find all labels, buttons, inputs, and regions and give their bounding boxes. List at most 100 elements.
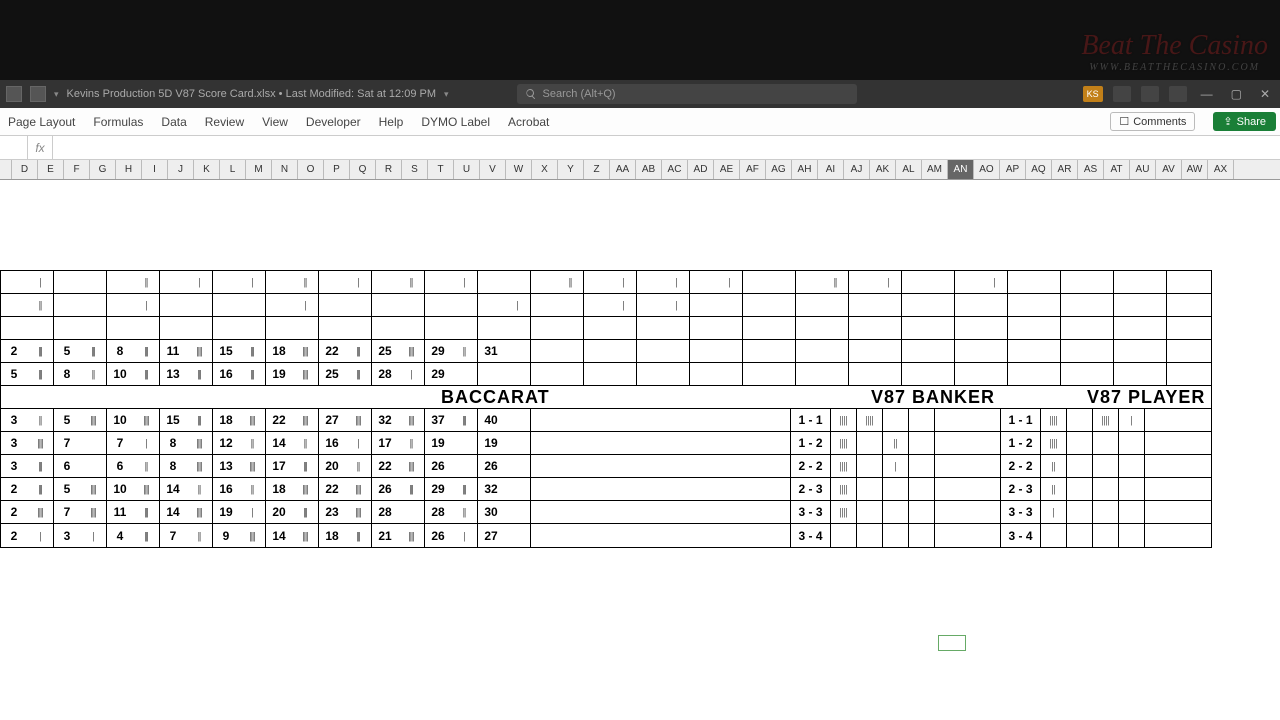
- qat-dropdown-icon[interactable]: ▾: [54, 89, 59, 100]
- col-header-AB[interactable]: AB: [636, 160, 662, 179]
- score-num: [637, 340, 663, 362]
- col-header-AE[interactable]: AE: [714, 160, 740, 179]
- comments-button[interactable]: ☐ Comments: [1110, 112, 1195, 131]
- active-cell[interactable]: [938, 635, 966, 651]
- ribbon-tab[interactable]: Help: [379, 115, 404, 129]
- col-header-AO[interactable]: AO: [974, 160, 1000, 179]
- title-player: V87 PLAYER: [1087, 387, 1205, 408]
- name-box[interactable]: [0, 136, 28, 159]
- col-header-J[interactable]: J: [168, 160, 194, 179]
- col-header-N[interactable]: N: [272, 160, 298, 179]
- tool-icon[interactable]: [1169, 86, 1187, 102]
- score-num: [637, 317, 663, 339]
- score-num: [902, 317, 928, 339]
- col-header-S[interactable]: S: [402, 160, 428, 179]
- fx-icon[interactable]: fx: [28, 141, 52, 155]
- score-num: [531, 363, 557, 385]
- diamond-icon[interactable]: [1141, 86, 1159, 102]
- col-header-AS[interactable]: AS: [1078, 160, 1104, 179]
- col-header-Y[interactable]: Y: [558, 160, 584, 179]
- ribbon-tab[interactable]: Formulas: [93, 115, 143, 129]
- ribbon-tab[interactable]: Acrobat: [508, 115, 549, 129]
- col-header-AC[interactable]: AC: [662, 160, 688, 179]
- tally-marks: |: [398, 363, 424, 385]
- col-header-AF[interactable]: AF: [740, 160, 766, 179]
- col-header-AT[interactable]: AT: [1104, 160, 1130, 179]
- sheet-area[interactable]: |||||||||||||||||||||||||||2|||5|||8|||1…: [0, 180, 1280, 720]
- save-icon[interactable]: [30, 86, 46, 102]
- formula-input[interactable]: [52, 136, 1280, 159]
- tally-marks: |||: [27, 340, 53, 362]
- ribbon-tab[interactable]: Data: [161, 115, 186, 129]
- col-header-AX[interactable]: AX: [1208, 160, 1234, 179]
- col-header-AG[interactable]: AG: [766, 160, 792, 179]
- face-icon[interactable]: [1113, 86, 1131, 102]
- title-dropdown-icon[interactable]: ▾: [444, 89, 449, 100]
- tally-marks: |||: [451, 478, 477, 500]
- score-num: 5: [54, 340, 80, 362]
- col-header-I[interactable]: I: [142, 160, 168, 179]
- col-header-AH[interactable]: AH: [792, 160, 818, 179]
- col-header-AV[interactable]: AV: [1156, 160, 1182, 179]
- tally-marks: ||: [186, 478, 212, 500]
- score-num: [849, 271, 875, 293]
- col-header-AM[interactable]: AM: [922, 160, 948, 179]
- score-num: [1167, 340, 1193, 362]
- col-header-AR[interactable]: AR: [1052, 160, 1078, 179]
- col-header-W[interactable]: W: [506, 160, 532, 179]
- document-title[interactable]: Kevins Production 5D V87 Score Card.xlsx…: [67, 88, 436, 100]
- ribbon-tab[interactable]: Review: [205, 115, 244, 129]
- tally-marks: [1034, 340, 1060, 362]
- col-header-Z[interactable]: Z: [584, 160, 610, 179]
- col-header-L[interactable]: L: [220, 160, 246, 179]
- tally-marks: [1034, 317, 1060, 339]
- ribbon-tab[interactable]: Page Layout: [8, 115, 75, 129]
- col-header-D[interactable]: D: [12, 160, 38, 179]
- score-num: 7: [54, 501, 80, 523]
- col-header-G[interactable]: G: [90, 160, 116, 179]
- ribbon-tab[interactable]: DYMO Label: [421, 115, 490, 129]
- col-header-AP[interactable]: AP: [1000, 160, 1026, 179]
- col-header-K[interactable]: K: [194, 160, 220, 179]
- col-header-E[interactable]: E: [38, 160, 64, 179]
- col-header-T[interactable]: T: [428, 160, 454, 179]
- col-header-X[interactable]: X: [532, 160, 558, 179]
- ribbon-tab[interactable]: Developer: [306, 115, 361, 129]
- col-header-AW[interactable]: AW: [1182, 160, 1208, 179]
- column-headers[interactable]: DEFGHIJKLMNOPQRSTUVWXYZAAABACADAEAFAGAHA…: [0, 160, 1280, 180]
- maximize-icon[interactable]: ▢: [1227, 87, 1246, 101]
- col-header-AN[interactable]: AN: [948, 160, 974, 179]
- share-button[interactable]: ⇪ Share: [1213, 112, 1276, 131]
- tally-marks: ||||: [186, 455, 212, 477]
- autosave-icon[interactable]: [6, 86, 22, 102]
- col-header-AU[interactable]: AU: [1130, 160, 1156, 179]
- col-header-Q[interactable]: Q: [350, 160, 376, 179]
- v87-tally: [1067, 409, 1093, 431]
- minimize-icon[interactable]: —: [1197, 87, 1217, 101]
- col-header-V[interactable]: V: [480, 160, 506, 179]
- col-header-P[interactable]: P: [324, 160, 350, 179]
- score-num: [690, 340, 716, 362]
- col-header-AK[interactable]: AK: [870, 160, 896, 179]
- v87-tally: |: [1041, 501, 1067, 523]
- col-header-U[interactable]: U: [454, 160, 480, 179]
- col-header-AA[interactable]: AA: [610, 160, 636, 179]
- col-header-AD[interactable]: AD: [688, 160, 714, 179]
- close-icon[interactable]: ✕: [1256, 87, 1274, 101]
- score-num: 17: [372, 432, 398, 454]
- col-header-M[interactable]: M: [246, 160, 272, 179]
- col-header-O[interactable]: O: [298, 160, 324, 179]
- col-header-AL[interactable]: AL: [896, 160, 922, 179]
- col-header-AQ[interactable]: AQ: [1026, 160, 1052, 179]
- score-num: 23: [319, 501, 345, 523]
- search-box[interactable]: Search (Alt+Q): [517, 84, 857, 104]
- score-num: 26: [478, 455, 504, 477]
- col-header-F[interactable]: F: [64, 160, 90, 179]
- ribbon-tab[interactable]: View: [262, 115, 288, 129]
- col-header-H[interactable]: H: [116, 160, 142, 179]
- col-header-AI[interactable]: AI: [818, 160, 844, 179]
- col-header-AJ[interactable]: AJ: [844, 160, 870, 179]
- account-badge[interactable]: KS: [1083, 86, 1103, 102]
- score-num: [849, 317, 875, 339]
- col-header-R[interactable]: R: [376, 160, 402, 179]
